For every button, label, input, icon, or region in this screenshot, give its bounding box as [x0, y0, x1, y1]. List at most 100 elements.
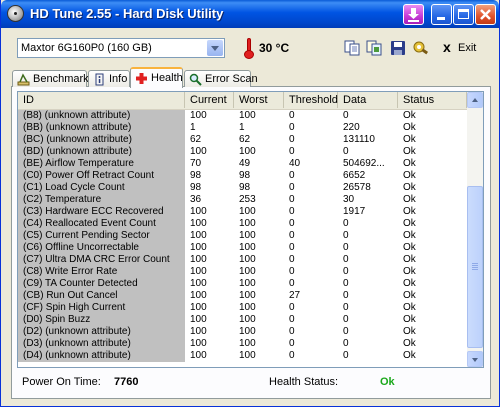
temperature-readout: 30 °C: [259, 41, 290, 55]
table-row[interactable]: (CB) Run Out Cancel 100 100 27 0 Ok: [18, 290, 467, 302]
row-threshold: 0: [289, 266, 295, 277]
table-row[interactable]: (C2) Temperature 36 253 0 30 Ok: [18, 194, 467, 206]
row-status: Ok: [403, 290, 416, 301]
column-header-threshold[interactable]: Threshold: [284, 92, 338, 108]
copy-icon[interactable]: [344, 40, 360, 56]
table-row[interactable]: (BD) (unknown attribute) 100 100 0 0 Ok: [18, 146, 467, 158]
table-row[interactable]: (C1) Load Cycle Count 98 98 0 26578 Ok: [18, 182, 467, 194]
row-id: (D4) (unknown attribute): [18, 350, 185, 362]
tab-health[interactable]: Health: [130, 67, 183, 88]
column-header-status[interactable]: Status: [398, 92, 467, 108]
copy-screenshot-icon[interactable]: [366, 40, 382, 56]
row-id: (B8) (unknown attribute): [18, 110, 185, 122]
tab-benchmark[interactable]: Benchmark: [12, 70, 89, 87]
table-row[interactable]: (B8) (unknown attribute) 100 100 0 0 Ok: [18, 110, 467, 122]
smart-attributes-table[interactable]: ID Current Worst Threshold Data Status (…: [17, 91, 484, 368]
table-row[interactable]: (BC) (unknown attribute) 62 62 0 131110 Ok: [18, 134, 467, 146]
row-data: 0: [343, 230, 349, 241]
row-worst: 49: [239, 158, 251, 169]
row-data: 1917: [343, 206, 366, 217]
window-title: HD Tune 2.55 - Hard Disk Utility: [30, 6, 224, 21]
tab-error-scan[interactable]: Error Scan: [184, 70, 258, 87]
row-id: (C6) Offline Uncorrectable: [18, 242, 185, 254]
vertical-scrollbar[interactable]: [467, 92, 483, 367]
tab-info[interactable]: Info: [88, 70, 130, 87]
table-row[interactable]: (BB) (unknown attribute) 1 1 0 220 Ok: [18, 122, 467, 134]
minimize-button[interactable]: [431, 4, 452, 25]
row-worst: 100: [239, 326, 256, 337]
exit-button[interactable]: x Exit: [439, 37, 489, 59]
row-status: Ok: [403, 134, 416, 145]
row-status: Ok: [403, 206, 416, 217]
row-current: 100: [190, 290, 207, 301]
column-header-data[interactable]: Data: [338, 92, 398, 108]
row-worst: 100: [239, 146, 256, 157]
table-row[interactable]: (CF) Spin High Current 100 100 0 0 Ok: [18, 302, 467, 314]
close-icon: [480, 9, 491, 20]
row-status: Ok: [403, 170, 416, 181]
table-row[interactable]: (D4) (unknown attribute) 100 100 0 0 Ok: [18, 350, 467, 362]
row-data: 0: [343, 146, 349, 157]
row-data: 220: [343, 122, 360, 133]
column-header-current[interactable]: Current: [185, 92, 234, 108]
column-header-worst[interactable]: Worst: [234, 92, 284, 108]
row-threshold: 0: [289, 302, 295, 313]
row-status: Ok: [403, 314, 416, 325]
row-id: (D3) (unknown attribute): [18, 338, 185, 350]
table-row[interactable]: (C7) Ultra DMA CRC Error Count 100 100 0 0 Ok: [18, 254, 467, 266]
row-worst: 62: [239, 134, 251, 145]
row-current: 98: [190, 182, 202, 193]
row-worst: 98: [239, 170, 251, 181]
row-current: 98: [190, 170, 202, 181]
table-row[interactable]: (C9) TA Counter Detected 100 100 0 0 Ok: [18, 278, 467, 290]
options-icon[interactable]: [413, 40, 429, 56]
row-data: 0: [343, 314, 349, 325]
chevron-down-icon[interactable]: [207, 40, 223, 56]
table-row[interactable]: (C5) Current Pending Sector 100 100 0 0 Ok: [18, 230, 467, 242]
close-button[interactable]: [475, 4, 496, 25]
row-worst: 100: [239, 110, 256, 121]
table-row[interactable]: (C6) Offline Uncorrectable 100 100 0 0 Ok: [18, 242, 467, 254]
scroll-down-button[interactable]: [467, 351, 483, 367]
row-current: 70: [190, 158, 202, 169]
save-icon[interactable]: [390, 40, 406, 56]
health-status-value: Ok: [380, 376, 395, 388]
scroll-thumb[interactable]: [467, 186, 483, 348]
row-threshold: 0: [289, 134, 295, 145]
download-button[interactable]: [403, 4, 424, 25]
table-row[interactable]: (D0) Spin Buzz 100 100 0 0 Ok: [18, 314, 467, 326]
row-worst: 100: [239, 254, 256, 265]
row-id: (C8) Write Error Rate: [18, 266, 185, 278]
row-worst: 1: [239, 122, 245, 133]
row-data: 504692...: [343, 158, 385, 169]
row-worst: 100: [239, 266, 256, 277]
title-bar[interactable]: HD Tune 2.55 - Hard Disk Utility: [1, 0, 499, 28]
row-id: (BD) (unknown attribute): [18, 146, 185, 158]
table-row[interactable]: (C0) Power Off Retract Count 98 98 0 6652 Ok: [18, 170, 467, 182]
row-status: Ok: [403, 326, 416, 337]
scroll-up-button[interactable]: [467, 92, 483, 108]
column-header-id[interactable]: ID: [18, 92, 185, 108]
drive-select[interactable]: Maxtor 6G160P0 (160 GB): [17, 38, 225, 58]
row-threshold: 0: [289, 326, 295, 337]
row-data: 0: [343, 350, 349, 361]
table-row[interactable]: (C4) Reallocated Event Count 100 100 0 0 Ok: [18, 218, 467, 230]
row-id: (BC) (unknown attribute): [18, 134, 185, 146]
maximize-button[interactable]: [453, 4, 474, 25]
table-row[interactable]: (D2) (unknown attribute) 100 100 0 0 Ok: [18, 326, 467, 338]
row-status: Ok: [403, 302, 416, 313]
row-status: Ok: [403, 230, 416, 241]
table-row[interactable]: (BE) Airflow Temperature 70 49 40 504692... O…: [18, 158, 467, 170]
table-row[interactable]: (C3) Hardware ECC Recovered 100 100 0 1917 Ok: [18, 206, 467, 218]
table-row[interactable]: (D3) (unknown attribute) 100 100 0 0 Ok: [18, 338, 467, 350]
benchmark-icon: [17, 73, 30, 86]
row-data: 0: [343, 326, 349, 337]
row-status: Ok: [403, 194, 416, 205]
tab-error-scan-label: Error Scan: [205, 73, 258, 85]
row-status: Ok: [403, 350, 416, 361]
table-row[interactable]: (C8) Write Error Rate 100 100 0 0 Ok: [18, 266, 467, 278]
row-current: 100: [190, 230, 207, 241]
row-worst: 100: [239, 338, 256, 349]
row-data: 0: [343, 338, 349, 349]
row-current: 100: [190, 350, 207, 361]
